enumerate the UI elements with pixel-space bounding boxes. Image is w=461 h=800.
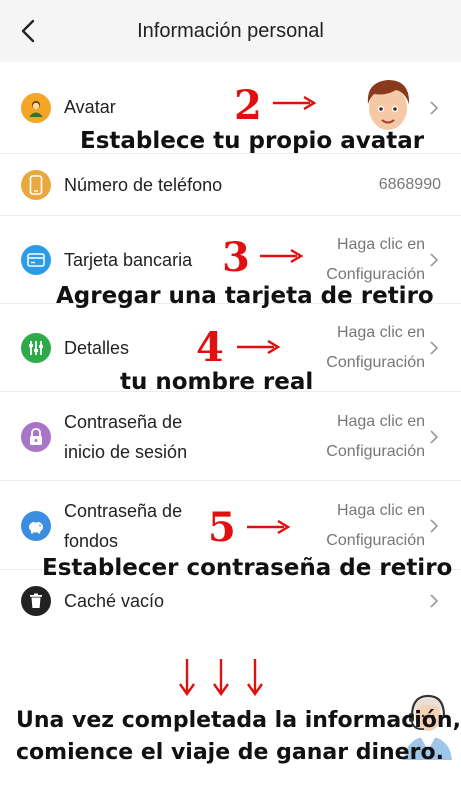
user-icon bbox=[21, 93, 51, 123]
row-label: Contraseña de fondos bbox=[64, 496, 182, 556]
arrow-right-icon bbox=[273, 96, 316, 110]
chevron-right-icon bbox=[430, 594, 439, 608]
chevron-right-icon bbox=[430, 101, 439, 115]
row-login-password[interactable]: Contraseña de inicio de sesión Haga clic… bbox=[0, 392, 461, 481]
lock-icon bbox=[21, 422, 51, 452]
trash-icon bbox=[21, 586, 51, 616]
arrow-down-icon bbox=[179, 659, 195, 696]
value-line: Configuración bbox=[326, 354, 425, 371]
sliders-icon bbox=[21, 333, 51, 363]
chevron-right-icon bbox=[430, 519, 439, 533]
row-label: Contraseña de inicio de sesión bbox=[64, 407, 187, 467]
avatar-image[interactable] bbox=[360, 74, 416, 136]
label-line: fondos bbox=[64, 531, 119, 551]
label-line: inicio de sesión bbox=[64, 442, 188, 462]
value-line: Configuración bbox=[326, 532, 425, 549]
chevron-right-icon bbox=[430, 253, 439, 267]
footer-text-line2: comience el viaje de ganar dinero. bbox=[16, 740, 444, 765]
annotation-text: Agregar una tarjeta de retiro bbox=[56, 283, 434, 309]
chevron-right-icon bbox=[430, 341, 439, 355]
annotation-text: Establecer contraseña de retiro bbox=[42, 555, 453, 581]
row-label: Número de teléfono bbox=[64, 175, 223, 195]
label-line: Contraseña de bbox=[64, 501, 183, 521]
arrow-right-icon bbox=[237, 340, 280, 354]
footer-text-line1: Una vez completada la información, bbox=[16, 708, 461, 733]
row-label: Avatar bbox=[64, 97, 116, 117]
row-value: Haga clic en Configuración bbox=[326, 230, 425, 290]
row-label: Tarjeta bancaria bbox=[64, 250, 193, 270]
header-bar: Información personal bbox=[0, 0, 461, 62]
value-line: Haga clic en bbox=[336, 413, 425, 430]
phone-number-value: 6868990 bbox=[378, 176, 441, 193]
credit-card-icon bbox=[21, 245, 51, 275]
row-phone[interactable]: Número de teléfono 6868990 bbox=[0, 154, 461, 216]
chevron-right-icon bbox=[430, 430, 439, 444]
arrow-right-icon bbox=[247, 520, 290, 534]
annotation-text: Establece tu propio avatar bbox=[80, 128, 425, 154]
value-line: Haga clic en bbox=[336, 502, 425, 519]
page-title: Información personal bbox=[137, 20, 324, 42]
step-number: 5 bbox=[208, 504, 236, 551]
step-number: 2 bbox=[234, 82, 262, 129]
value-line: Configuración bbox=[326, 443, 425, 460]
row-value: Haga clic en Configuración bbox=[326, 407, 425, 467]
phone-icon bbox=[21, 170, 51, 200]
arrow-down-icon bbox=[213, 659, 229, 696]
row-value: Haga clic en Configuración bbox=[326, 496, 425, 556]
value-line: Haga clic en bbox=[336, 324, 425, 341]
row-label: Caché vacío bbox=[64, 591, 165, 611]
step-number: 4 bbox=[196, 324, 224, 371]
arrow-down-icon bbox=[247, 659, 263, 696]
annotation-text: tu nombre real bbox=[120, 369, 314, 395]
arrow-right-icon bbox=[260, 249, 303, 263]
row-label: Detalles bbox=[64, 338, 130, 358]
label-line: Contraseña de bbox=[64, 412, 183, 432]
row-value: Haga clic en Configuración bbox=[326, 318, 425, 378]
value-line: Haga clic en bbox=[336, 236, 425, 253]
step-number: 3 bbox=[222, 234, 250, 281]
piggy-bank-icon bbox=[21, 511, 51, 541]
